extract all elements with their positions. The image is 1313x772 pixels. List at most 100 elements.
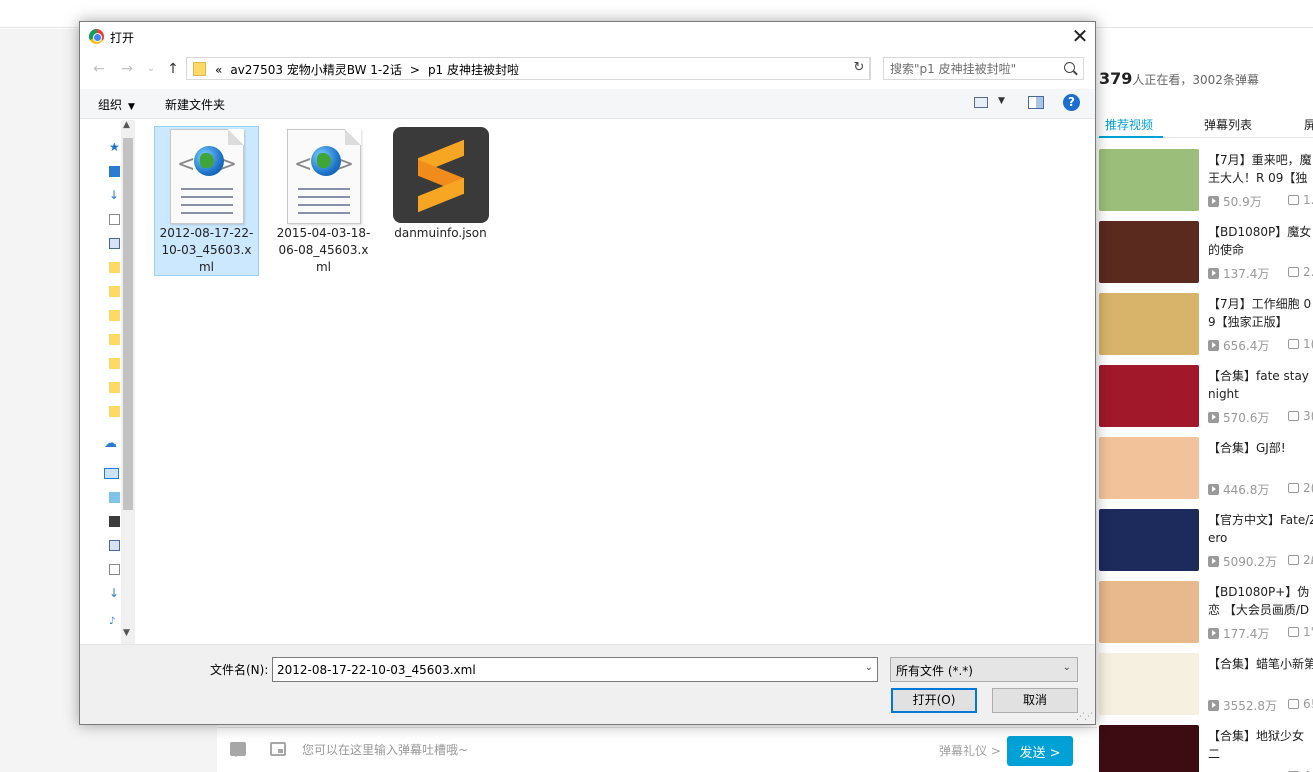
- pictures-icon[interactable]: [109, 540, 120, 551]
- scroll-down-icon[interactable]: ▼: [123, 628, 130, 638]
- video-title[interactable]: 【官方中文】Fate/Zero: [1208, 511, 1313, 547]
- file-type-select[interactable]: 所有文件 (*.*) ⌄: [890, 657, 1078, 682]
- file-item[interactable]: < > 2015-04-03-18-06-08_45603.xml: [271, 126, 376, 276]
- dialog-title-bar[interactable]: 打开 ✕: [80, 22, 1095, 52]
- search-icon[interactable]: [1064, 62, 1075, 73]
- video-title[interactable]: 【BD1080P+】伪恋 【大会员画质/DHR: [1208, 583, 1313, 619]
- navigation-bar: ← → ⌄ ↑ «av27503 宠物小精灵BW 1-2话 > p1 皮神挂被封啦 …: [80, 55, 1095, 83]
- folder-icon[interactable]: [109, 310, 120, 321]
- recommendation-item[interactable]: 【7月】工作细胞 09【独家正版】 656.4万 1(: [1097, 293, 1313, 357]
- breadcrumb-item-current[interactable]: p1 皮神挂被封啦: [428, 63, 519, 77]
- refresh-icon[interactable]: ↻: [849, 57, 870, 80]
- video-title[interactable]: 【7月】重来吧，魔王大人！R 09【独家正版】: [1208, 151, 1313, 187]
- tab-danmu-list[interactable]: 弹幕列表: [1204, 116, 1252, 133]
- video-thumbnail[interactable]: [1099, 725, 1199, 772]
- video-title[interactable]: 【合集】fate stay night: [1208, 367, 1313, 403]
- folder-icon[interactable]: [109, 262, 120, 273]
- folder-icon[interactable]: [109, 382, 120, 393]
- xml-file-icon: < >: [287, 129, 361, 224]
- send-button[interactable]: 发送 >: [1007, 736, 1073, 766]
- video-thumbnail[interactable]: [1099, 149, 1199, 211]
- resize-grip-icon[interactable]: ⋰⋰: [1076, 712, 1093, 722]
- filename-input[interactable]: [277, 661, 847, 678]
- dialog-title: 打开: [110, 31, 135, 45]
- 3d-objects-icon[interactable]: [109, 492, 120, 503]
- video-thumbnail[interactable]: [1099, 365, 1199, 427]
- pictures-icon[interactable]: [109, 238, 120, 249]
- onedrive-cloud-icon[interactable]: ☁: [104, 437, 120, 450]
- danmu-mode-icon[interactable]: [270, 742, 286, 756]
- folder-icon[interactable]: [109, 406, 120, 417]
- video-thumbnail[interactable]: [1099, 653, 1199, 715]
- downloads-icon[interactable]: ↓: [109, 587, 120, 599]
- danmu-count: 2(: [1288, 481, 1313, 495]
- search-input[interactable]: [890, 60, 1058, 78]
- play-count-icon: [1208, 628, 1219, 639]
- help-icon[interactable]: ?: [1063, 94, 1080, 111]
- play-count-icon: [1208, 700, 1219, 711]
- up-arrow-icon[interactable]: ↑: [164, 59, 182, 79]
- video-title[interactable]: 【合集】GJ部!: [1208, 439, 1313, 457]
- recent-locations-icon[interactable]: ⌄: [142, 59, 160, 79]
- address-bar[interactable]: «av27503 宠物小精灵BW 1-2话>p1 皮神挂被封啦 ⌄: [186, 57, 871, 80]
- recommendation-item[interactable]: 【官方中文】Fate/Zero 5090.2万 2ℓ: [1097, 509, 1313, 573]
- danmu-etiquette-link[interactable]: 弹幕礼仪 >: [939, 742, 1001, 759]
- folder-icon[interactable]: [109, 358, 120, 369]
- search-box: [883, 57, 1084, 80]
- dialog-footer: 文件名(N): ⌄ 所有文件 (*.*) ⌄ 打开(O) 取消 ⋰⋰: [80, 644, 1095, 724]
- danmu-count-icon: [1288, 339, 1299, 349]
- scroll-up-icon[interactable]: ▲: [123, 120, 130, 130]
- organize-button[interactable]: 组织 ▼: [98, 96, 135, 113]
- recommendation-item[interactable]: 【7月】重来吧，魔王大人！R 09【独家正版】 50.9万 1.: [1097, 149, 1313, 213]
- forward-arrow-icon[interactable]: →: [118, 59, 136, 79]
- back-arrow-icon[interactable]: ←: [90, 59, 108, 79]
- view-options-icon[interactable]: [974, 97, 988, 108]
- recommendation-item[interactable]: 【合集】fate stay night 570.6万 3(: [1097, 365, 1313, 429]
- danmu-input[interactable]: [302, 736, 922, 764]
- folder-icon[interactable]: [109, 286, 120, 297]
- file-item[interactable]: danmuinfo.json: [388, 126, 493, 276]
- view-count-value: 656.4万: [1223, 339, 1270, 353]
- video-title[interactable]: 【BD1080P】魔女的使命: [1208, 223, 1313, 259]
- file-item[interactable]: < > 2012-08-17-22-10-03_45603.xml: [154, 126, 259, 276]
- navigation-scrollbar[interactable]: ▲ ▼: [121, 120, 135, 644]
- breadcrumb-item[interactable]: av27503 宠物小精灵BW 1-2话: [230, 63, 402, 77]
- cancel-button[interactable]: 取消: [992, 688, 1078, 713]
- documents-icon[interactable]: [109, 564, 120, 575]
- recommendation-item[interactable]: 【合集】蜡笔小新第 3552.8万 6!: [1097, 653, 1313, 717]
- scrollbar-thumb[interactable]: [123, 138, 133, 510]
- chevron-down-icon[interactable]: ⌄: [865, 662, 873, 673]
- video-thumbnail[interactable]: [1099, 581, 1199, 643]
- videos-icon[interactable]: [109, 516, 120, 527]
- downloads-icon[interactable]: ↓: [109, 189, 120, 201]
- video-thumbnail[interactable]: [1099, 221, 1199, 283]
- video-title[interactable]: 【7月】工作细胞 09【独家正版】: [1208, 295, 1313, 331]
- open-button[interactable]: 打开(O): [891, 688, 977, 713]
- folder-icon[interactable]: [109, 334, 120, 345]
- recommendation-item[interactable]: 【BD1080P+】伪恋 【大会员画质/DHR 177.4万 1': [1097, 581, 1313, 645]
- preview-pane-icon[interactable]: [1028, 96, 1044, 109]
- breadcrumb-overflow[interactable]: «: [215, 63, 222, 77]
- recommendation-item[interactable]: 【合集】地狱少女 二105.6万4.: [1097, 725, 1313, 772]
- documents-icon[interactable]: [109, 214, 120, 225]
- new-folder-button[interactable]: 新建文件夹: [165, 96, 225, 113]
- file-name: 2015-04-03-18-06-08_45603.xml: [276, 226, 371, 274]
- quick-access-star-icon[interactable]: ★: [109, 141, 120, 153]
- video-thumbnail[interactable]: [1099, 509, 1199, 571]
- music-icon[interactable]: ♪: [109, 616, 120, 627]
- danmu-style-icon[interactable]: [230, 742, 246, 757]
- recommendation-item[interactable]: 【合集】GJ部! 446.8万 2(: [1097, 437, 1313, 501]
- video-title[interactable]: 【合集】蜡笔小新第: [1208, 655, 1313, 673]
- tab-recommended[interactable]: 推荐视频: [1105, 116, 1153, 133]
- video-thumbnail[interactable]: [1099, 437, 1199, 499]
- video-title[interactable]: 【合集】地狱少女 二: [1208, 727, 1313, 763]
- desktop-icon[interactable]: [109, 166, 120, 177]
- video-thumbnail[interactable]: [1099, 293, 1199, 355]
- tab-screen[interactable]: 屏: [1304, 116, 1313, 133]
- recommendation-item[interactable]: 【BD1080P】魔女的使命 137.4万 2.: [1097, 221, 1313, 285]
- breadcrumb-separator[interactable]: >: [410, 63, 420, 77]
- caret-down-icon[interactable]: ▼: [998, 96, 1005, 106]
- this-pc-icon[interactable]: [104, 468, 119, 479]
- play-count-icon: [1208, 412, 1219, 423]
- close-button[interactable]: ✕: [1065, 22, 1095, 52]
